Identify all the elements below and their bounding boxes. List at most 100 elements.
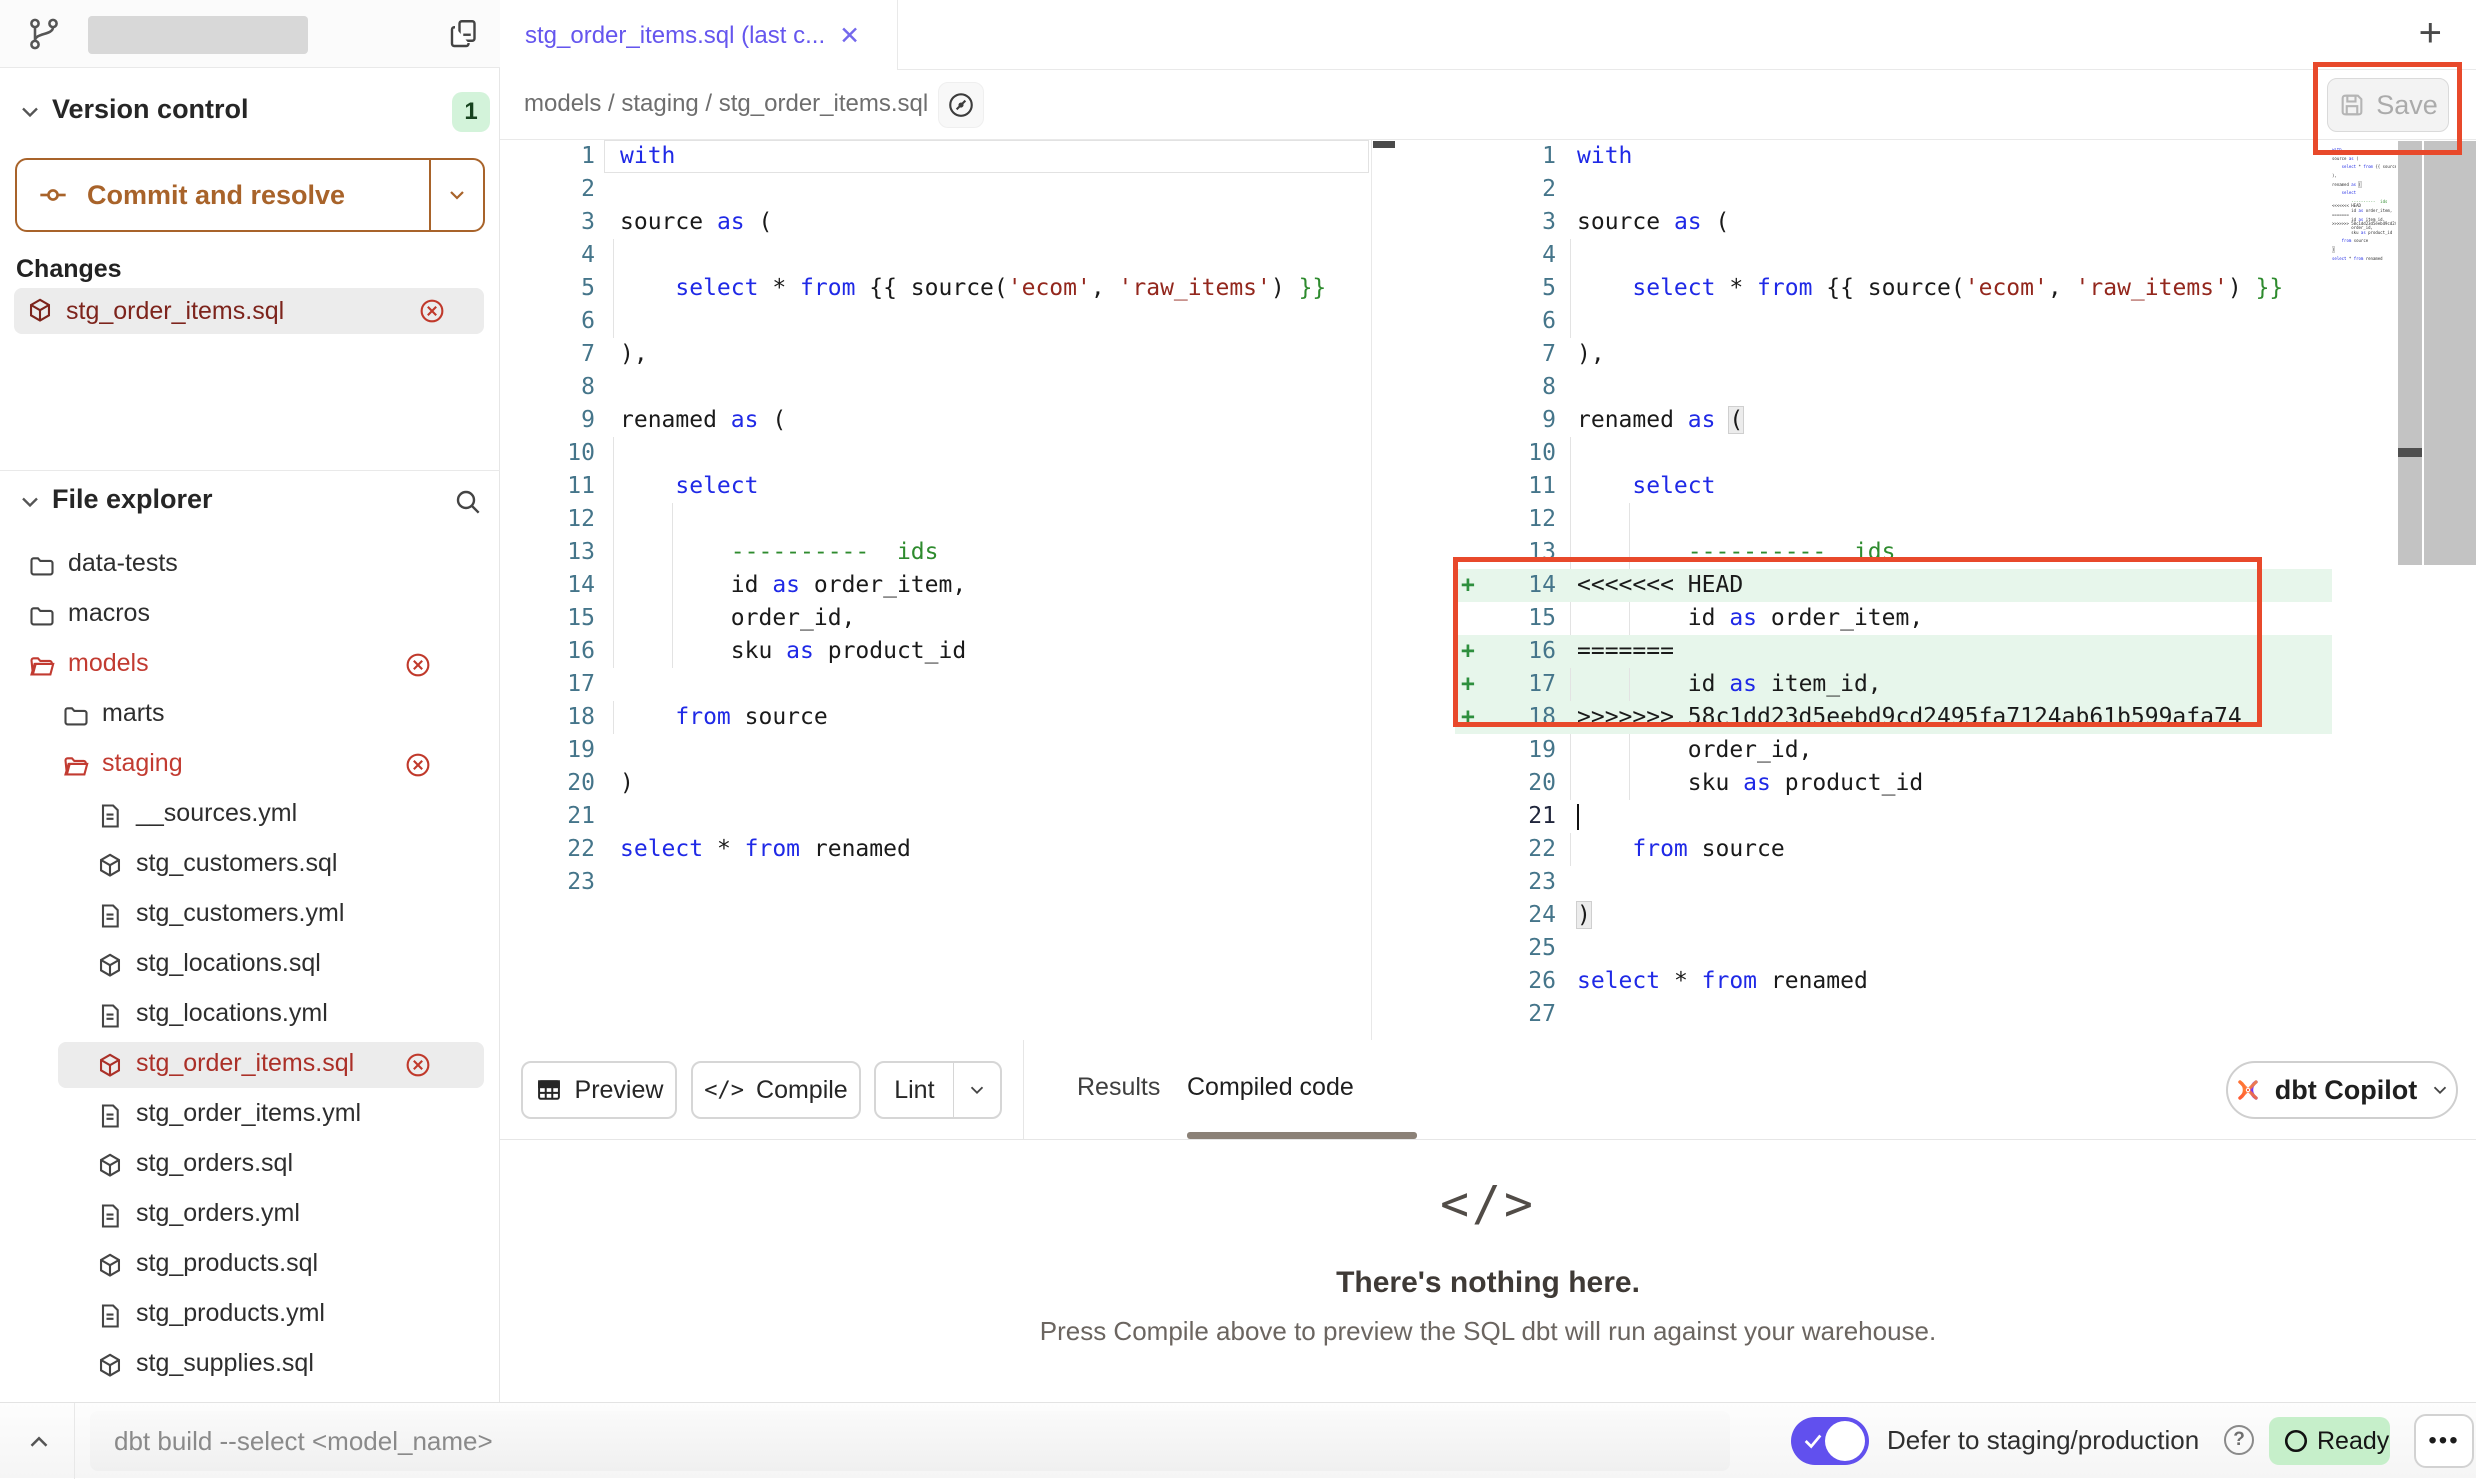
code-line-4[interactable]: 4 [1455,239,2332,272]
commit-dropdown-button[interactable] [429,160,483,230]
file-tree-item-stg_customers.sql[interactable]: stg_customers.sql [0,840,500,890]
code-line-1[interactable]: 1with [500,140,1371,173]
file-tree-item-stg_products.yml[interactable]: stg_products.yml [0,1290,500,1340]
code-line-7[interactable]: 7), [1455,338,2332,371]
chevron-up-icon[interactable] [24,1427,54,1457]
changed-file-row[interactable]: stg_order_items.sql [14,288,484,334]
code-line-18[interactable]: +18>>>>>>> 58c1dd23d5eebd9cd2495fa7124ab… [1455,701,2332,734]
help-icon[interactable]: ? [2224,1425,2254,1455]
editor-pane-modified[interactable]: 1with23source as (45 select * from {{ so… [1455,140,2332,1040]
file-tree-item-data-tests[interactable]: data-tests [0,540,500,590]
command-input[interactable]: dbt build --select <model_name> [90,1411,1730,1471]
tab-results[interactable]: Results [1077,1073,1160,1102]
code-line-27[interactable]: 27 [1455,998,2332,1031]
discard-change-icon[interactable] [418,297,446,325]
code-line-23[interactable]: 23 [500,866,1371,899]
close-tab-icon[interactable]: ✕ [839,21,860,51]
code-line-24[interactable]: 24) [1455,899,2332,932]
code-line-6[interactable]: 6 [500,305,1371,338]
file-tree-item-stg_orders.yml[interactable]: stg_orders.yml [0,1190,500,1240]
file-tree-item-stg_products.sql[interactable]: stg_products.sql [0,1240,500,1290]
dbt-copilot-button[interactable]: dbt Copilot [2226,1061,2458,1119]
chevron-down-icon[interactable] [16,488,44,516]
code-line-7[interactable]: 7), [500,338,1371,371]
code-line-2[interactable]: 2 [500,173,1371,206]
code-line-14[interactable]: 14 id as order_item, [500,569,1371,602]
commit-and-resolve-button[interactable]: Commit and resolve [15,158,485,232]
code-line-21[interactable]: 21 [500,800,1371,833]
code-line-15[interactable]: 15 id as order_item, [1455,602,2332,635]
code-line-19[interactable]: 19 [500,734,1371,767]
code-line-17[interactable]: +17 id as item_id, [1455,668,2332,701]
lint-dropdown-button[interactable] [953,1063,1000,1117]
code-line-8[interactable]: 8 [1455,371,2332,404]
preview-button[interactable]: Preview [521,1061,677,1119]
file-tree-item-stg_order_items.yml[interactable]: stg_order_items.yml [0,1090,500,1140]
code-line-25[interactable]: 25 [1455,932,2332,965]
code-line-6[interactable]: 6 [1455,305,2332,338]
code-line-20[interactable]: 20 sku as product_id [1455,767,2332,800]
file-tree-item-stg_locations.sql[interactable]: stg_locations.sql [0,940,500,990]
code-line-5[interactable]: 5 select * from {{ source('ecom', 'raw_i… [500,272,1371,305]
chevron-down-icon[interactable] [16,98,44,126]
file-tree-item-stg_supplies.sql[interactable]: stg_supplies.sql [0,1340,500,1390]
lint-split-button[interactable]: Lint [874,1061,1002,1119]
code-line-3[interactable]: 3source as ( [500,206,1371,239]
code-line-3[interactable]: 3source as ( [1455,206,2332,239]
file-tree-item-marts[interactable]: marts [0,690,500,740]
code-line-21[interactable]: 21 [1455,800,2332,833]
code-line-22[interactable]: 22select * from renamed [500,833,1371,866]
editor-scrollbar[interactable] [2398,141,2422,565]
file-tree-item-__sources.yml[interactable]: __sources.yml [0,790,500,840]
code-line-9[interactable]: 9renamed as ( [1455,404,2332,437]
code-line-10[interactable]: 10 [1455,437,2332,470]
code-line-12[interactable]: 12 [1455,503,2332,536]
file-tree-item-staging[interactable]: staging [0,740,500,790]
file-tree-item-models[interactable]: models [0,640,500,690]
code-line-18[interactable]: 18 from source [500,701,1371,734]
code-line-9[interactable]: 9renamed as ( [500,404,1371,437]
defer-toggle[interactable] [1791,1417,1869,1465]
code-line-2[interactable]: 2 [1455,173,2332,206]
file-tree-item-stg_customers.yml[interactable]: stg_customers.yml [0,890,500,940]
code-line-14[interactable]: +14<<<<<<< HEAD [1455,569,2332,602]
file-tree-item-stg_locations.yml[interactable]: stg_locations.yml [0,990,500,1040]
code-line-20[interactable]: 20) [500,767,1371,800]
git-branch-icon[interactable] [26,16,62,52]
code-line-10[interactable]: 10 [500,437,1371,470]
code-line-11[interactable]: 11 select [500,470,1371,503]
code-line-5[interactable]: 5 select * from {{ source('ecom', 'raw_i… [1455,272,2332,305]
discard-change-icon[interactable] [404,1051,432,1079]
tab-compiled-code[interactable]: Compiled code [1187,1073,1354,1102]
editor-pane-original[interactable]: 1with23source as (45 select * from {{ so… [500,140,1371,1040]
code-line-13[interactable]: 13 ---------- ids [500,536,1371,569]
code-line-8[interactable]: 8 [500,371,1371,404]
code-line-4[interactable]: 4 [500,239,1371,272]
lineage-button[interactable] [938,82,984,128]
code-line-19[interactable]: 19 order_id, [1455,734,2332,767]
code-line-16[interactable]: 16 sku as product_id [500,635,1371,668]
file-tree-item-stg_orders.sql[interactable]: stg_orders.sql [0,1140,500,1190]
code-line-12[interactable]: 12 [500,503,1371,536]
status-badge-ready[interactable]: Ready [2269,1417,2390,1465]
code-line-1[interactable]: 1with [1455,140,2332,173]
code-line-13[interactable]: 13 ---------- ids [1455,536,2332,569]
code-line-11[interactable]: 11 select [1455,470,2332,503]
code-line-16[interactable]: +16======= [1455,635,2332,668]
minimap[interactable]: with source as ( select * from {{ source… [2332,148,2396,288]
window-scrollbar[interactable] [2424,141,2476,565]
discard-change-icon[interactable] [404,751,432,779]
overflow-menu-button[interactable]: ••• [2414,1414,2474,1468]
new-tab-button[interactable]: + [2419,10,2442,56]
tab-stg-order-items[interactable]: stg_order_items.sql (last c... ✕ [500,0,898,71]
editor-scrollbar-thumb[interactable] [2398,448,2422,457]
file-tree-item-macros[interactable]: macros [0,590,500,640]
code-line-15[interactable]: 15 order_id, [500,602,1371,635]
search-icon[interactable] [452,486,484,518]
code-line-22[interactable]: 22 from source [1455,833,2332,866]
save-button[interactable]: Save [2327,78,2449,132]
left-pane-scrollbar-thumb[interactable] [1373,141,1395,148]
compile-button[interactable]: </> Compile [691,1061,861,1119]
code-line-23[interactable]: 23 [1455,866,2332,899]
code-line-17[interactable]: 17 [500,668,1371,701]
